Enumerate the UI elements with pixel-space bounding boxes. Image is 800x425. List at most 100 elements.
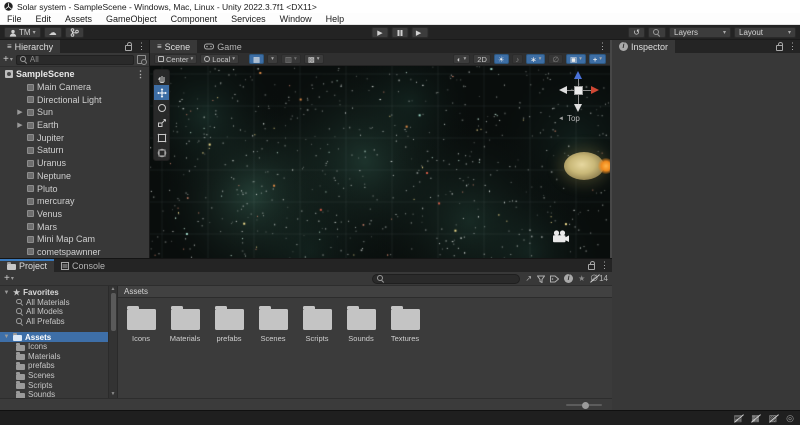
move-tool-button[interactable] (154, 85, 169, 100)
scale-tool-button[interactable] (154, 115, 169, 130)
menu-gameobject[interactable]: GameObject (99, 14, 164, 24)
icon-size-slider[interactable] (566, 404, 602, 406)
expand-arrow-icon[interactable]: ▼ (3, 290, 10, 296)
hierarchy-item-main-camera[interactable]: Main Camera (0, 81, 149, 94)
camera-gizmo-icon[interactable] (552, 230, 570, 243)
hierarchy-item-mercuray[interactable]: mercuray (0, 195, 149, 208)
asset-folder-icons[interactable]: Icons (122, 304, 160, 343)
tree-item-sounds[interactable]: Sounds (0, 390, 108, 398)
hierarchy-item-samplescene[interactable]: ▼ SampleScene ⋮ (0, 68, 149, 81)
expand-arrow-icon[interactable]: ▶ (16, 108, 24, 116)
tab-hierarchy[interactable]: ≡ Hierarchy (0, 40, 60, 53)
menu-edit[interactable]: Edit (29, 14, 59, 24)
lock-icon[interactable] (776, 45, 783, 51)
view-hand-tool-button[interactable] (154, 70, 169, 85)
tree-section-assets[interactable]: ▼Assets (0, 332, 108, 342)
tool-handle-pivot-dropdown[interactable]: Center▾ (154, 54, 197, 64)
project-search-input[interactable] (388, 274, 515, 283)
hierarchy-item-directional-light[interactable]: Directional Light (0, 93, 149, 106)
hierarchy-item-jupiter[interactable]: Jupiter (0, 131, 149, 144)
hierarchy-create-button[interactable]: +▾ (3, 54, 13, 65)
gizmo-axis-down[interactable] (574, 104, 582, 112)
kebab-menu-icon[interactable]: ⋮ (600, 261, 609, 270)
menu-file[interactable]: File (0, 14, 29, 24)
hierarchy-item-neptune[interactable]: Neptune (0, 170, 149, 183)
scene-render-canvas[interactable] (150, 66, 610, 258)
project-create-button[interactable]: +▾ (4, 273, 14, 284)
scroll-down-icon[interactable]: ▼ (111, 391, 116, 398)
hidden-packages-count[interactable]: ∅14 (590, 273, 608, 284)
lock-icon[interactable] (125, 45, 132, 51)
hierarchy-searchbox[interactable] (16, 55, 134, 65)
hierarchy-item-pluto[interactable]: Pluto (0, 182, 149, 195)
grid-snap-dropdown[interactable]: ▾ (267, 54, 278, 64)
scene-kebab-icon[interactable]: ⋮ (136, 70, 145, 79)
filter-by-label-icon[interactable] (550, 275, 559, 283)
scene-viewport[interactable]: ◄ Top (150, 66, 610, 258)
menu-assets[interactable]: Assets (58, 14, 99, 24)
asset-folder-textures[interactable]: Textures (386, 304, 424, 343)
tab-console[interactable]: Console (54, 259, 112, 272)
gizmo-axis-x[interactable] (591, 86, 599, 94)
favorite-star-icon[interactable]: ★ (578, 274, 585, 283)
increment-snap-toggle[interactable]: ▥▾ (281, 54, 301, 64)
breadcrumb[interactable]: Assets (118, 286, 612, 298)
info-icon[interactable]: i (564, 274, 573, 283)
asset-folder-prefabs[interactable]: prefabs (210, 304, 248, 343)
project-searchbox[interactable] (372, 274, 520, 284)
2d-view-toggle[interactable]: 2D (473, 54, 491, 64)
scene-lighting-toggle[interactable]: ☀ (494, 54, 509, 64)
scene-audio-toggle[interactable]: ♪ (512, 54, 524, 64)
open-in-search-icon[interactable]: ↗ (525, 274, 532, 283)
hierarchy-item-cometspawnner[interactable]: cometspawnner (0, 246, 149, 258)
layers-dropdown[interactable]: Layers▾ (669, 27, 731, 38)
tree-item-scripts[interactable]: Scripts (0, 380, 108, 390)
kebab-menu-icon[interactable]: ⋮ (788, 42, 797, 51)
scene-camera-dropdown[interactable]: ▣▾ (566, 54, 586, 64)
hierarchy-item-uranus[interactable]: Uranus (0, 157, 149, 170)
scroll-up-icon[interactable]: ▲ (111, 286, 116, 293)
hierarchy-item-mars[interactable]: Mars (0, 220, 149, 233)
tree-item-icons[interactable]: Icons (0, 342, 108, 352)
undo-history-button[interactable]: ↺ (628, 27, 645, 38)
tree-section-favorites[interactable]: ▼★Favorites (0, 288, 108, 298)
asset-folder-scenes[interactable]: Scenes (254, 304, 292, 343)
gizmo-view-label[interactable]: ◄ Top (558, 114, 580, 123)
expand-arrow-icon[interactable]: ▶ (16, 121, 24, 129)
version-control-button[interactable] (65, 27, 84, 38)
tree-item-all-prefabs[interactable]: All Prefabs (0, 317, 108, 327)
grid-snap-toggle[interactable]: ▦ (249, 54, 264, 64)
orientation-gizmo[interactable] (558, 71, 600, 113)
tab-project[interactable]: Project (0, 259, 54, 272)
slider-thumb[interactable] (582, 402, 589, 409)
tree-item-all-models[interactable]: All Models (0, 307, 108, 317)
tool-handle-rotation-dropdown[interactable]: Local▾ (200, 54, 239, 64)
expand-arrow-icon[interactable]: ▼ (0, 71, 2, 78)
scene-effects-dropdown[interactable]: ∗▾ (526, 54, 545, 64)
hierarchy-item-venus[interactable]: Venus (0, 208, 149, 221)
gizmo-axis-up[interactable] (574, 71, 582, 79)
asset-folder-sounds[interactable]: Sounds (342, 304, 380, 343)
tree-item-prefabs[interactable]: prefabs (0, 361, 108, 371)
menu-help[interactable]: Help (319, 14, 352, 24)
cloud-button[interactable]: ☁ (44, 27, 62, 38)
layout-dropdown[interactable]: Layout▾ (734, 27, 796, 38)
search-filter-icon[interactable] (137, 55, 146, 64)
global-search-button[interactable] (648, 27, 666, 38)
rect-tool-button[interactable] (154, 130, 169, 145)
hierarchy-item-mini-map-cam[interactable]: Mini Map Cam (0, 233, 149, 246)
tab-inspector[interactable]: i Inspector (612, 40, 675, 53)
play-button[interactable]: ▶ (372, 27, 389, 38)
transform-tool-button[interactable] (154, 145, 169, 160)
network-status-icon[interactable]: ▧ (769, 413, 778, 424)
tab-scene[interactable]: ≡ Scene (150, 40, 197, 53)
tree-item-all-materials[interactable]: All Materials (0, 298, 108, 308)
tree-item-materials[interactable]: Materials (0, 352, 108, 362)
expand-arrow-icon[interactable]: ▼ (3, 334, 10, 340)
menu-component[interactable]: Component (164, 14, 225, 24)
tree-scrollbar[interactable]: ▲ ▼ (108, 286, 117, 398)
pause-button[interactable] (392, 27, 409, 38)
asset-folder-materials[interactable]: Materials (166, 304, 204, 343)
gizmos-dropdown[interactable]: +▾ (589, 54, 606, 64)
scene-visibility-toggle[interactable]: ∅ (548, 54, 563, 64)
